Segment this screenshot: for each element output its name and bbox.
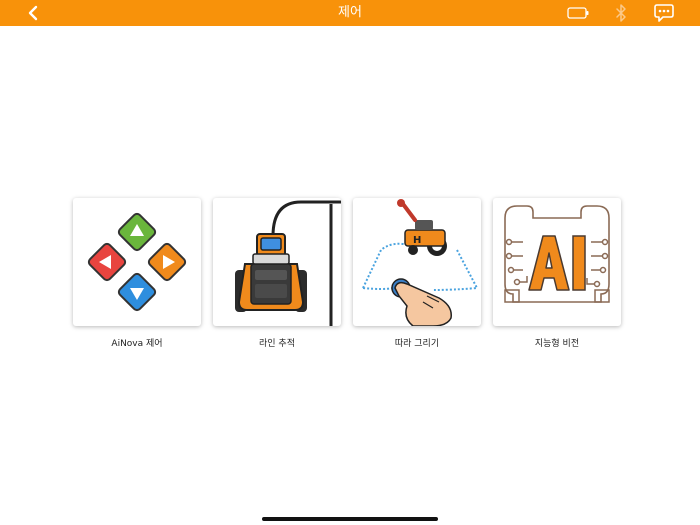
bluetooth-icon[interactable] xyxy=(614,3,628,23)
draw-path-icon: H xyxy=(362,199,479,326)
intelligent-vision-label: 지능형 비전 xyxy=(534,339,580,349)
follow-drawing-card[interactable]: H xyxy=(353,198,481,326)
direction-pad-icon xyxy=(87,212,187,312)
battery-icon xyxy=(567,7,589,19)
ai-chip-icon xyxy=(504,205,610,303)
line-tracking-label: 라인 추적 xyxy=(259,339,295,349)
svg-text:H: H xyxy=(413,235,421,246)
ainova-control-label: AiNova 제어 xyxy=(111,339,163,349)
home-indicator[interactable] xyxy=(262,517,438,521)
chat-bubble-icon[interactable] xyxy=(654,3,674,23)
ainova-control-card[interactable] xyxy=(73,198,201,326)
intelligent-vision-card[interactable] xyxy=(493,198,621,326)
line-tracking-robot-icon xyxy=(235,200,341,326)
top-bar: 제어 xyxy=(0,0,700,26)
line-tracking-card[interactable] xyxy=(213,198,341,326)
follow-drawing-label: 따라 그리기 xyxy=(394,339,440,349)
page-title: 제어 xyxy=(338,5,362,20)
